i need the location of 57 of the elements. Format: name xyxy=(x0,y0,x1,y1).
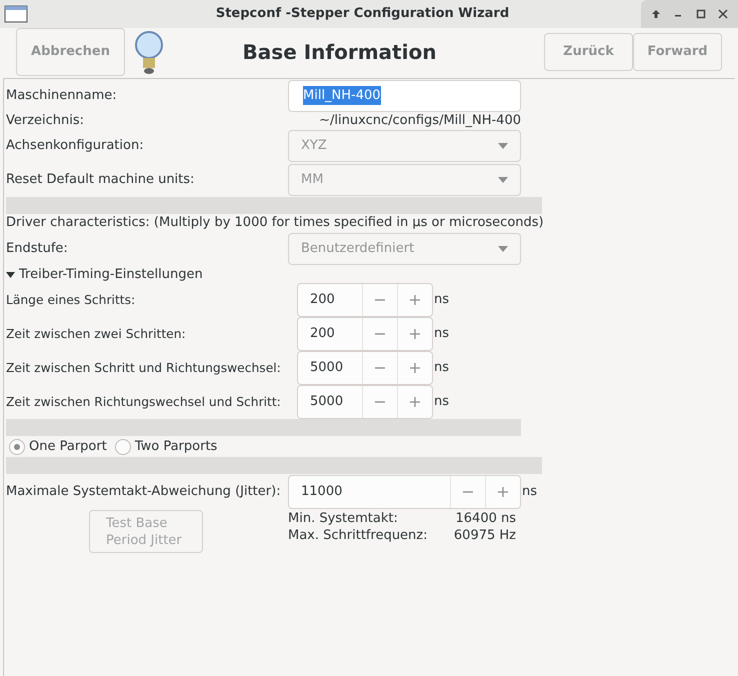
field-label: Zeit zwischen Schritt und Richtungswechsel: xyxy=(6,360,282,377)
field-label: Verzeichnis: xyxy=(6,112,86,130)
unit-label: ns xyxy=(434,325,450,344)
dropdown-arrow-icon xyxy=(498,143,508,149)
spin-field[interactable]: 5000 − + xyxy=(297,351,433,385)
field-label: Zeit zwischen zwei Schritten: xyxy=(6,326,187,343)
unit-label: ns xyxy=(522,483,538,502)
stat-label: Max. Schrittfrequenz: xyxy=(288,526,428,545)
radio-button[interactable] xyxy=(9,438,25,454)
radio-button[interactable] xyxy=(114,438,131,454)
back-button[interactable]: Zurück xyxy=(544,33,633,71)
driver-note: Driver characteristics: (Multiply by 1000 for times specified in µs or microseconds) xyxy=(6,214,545,232)
increment-button[interactable]: + xyxy=(397,386,432,418)
field-label: Maschinenname: xyxy=(6,86,118,105)
expander[interactable]: Treiber-Timing-Einstellungen xyxy=(6,266,735,283)
dropdown-arrow-icon xyxy=(498,177,508,183)
radio-option[interactable]: Two Parports xyxy=(114,436,218,456)
unit-label: ns xyxy=(434,359,450,378)
field-label: Länge eines Schritts: xyxy=(6,292,136,309)
unit-label: ns xyxy=(434,393,450,412)
increment-button[interactable]: + xyxy=(397,352,432,384)
page-title: Base Information xyxy=(242,39,438,66)
light-bulb-icon xyxy=(133,29,165,75)
field-label: Maximale Systemtakt-Abweichung (Jitter): xyxy=(6,483,282,502)
expander-arrow-icon xyxy=(6,270,15,279)
increment-button[interactable]: + xyxy=(397,318,432,350)
spin-field[interactable]: 5000 − + xyxy=(297,385,433,419)
field-label: Achsenkonfiguration: xyxy=(6,137,145,156)
decrement-button[interactable]: − xyxy=(450,476,485,508)
spin-field[interactable]: 200 − + xyxy=(297,317,433,351)
spin-field[interactable]: 11000 − + xyxy=(288,475,521,509)
decrement-button[interactable]: − xyxy=(362,284,397,316)
radio-option[interactable]: One Parport xyxy=(9,436,107,456)
decrement-button[interactable]: − xyxy=(362,318,397,350)
machine-name-field[interactable]: Mill_NH-400 xyxy=(288,80,521,112)
stat-value: 60975 Hz xyxy=(452,526,516,545)
forward-button[interactable]: Forward xyxy=(633,33,722,71)
spin-field[interactable]: 200 − + xyxy=(297,283,433,317)
close-icon[interactable] xyxy=(718,9,728,19)
window-title: Stepconf -Stepper Configuration Wizard xyxy=(214,5,510,24)
maximize-icon[interactable] xyxy=(696,9,706,19)
directory-path: ~/linuxcnc/configs/Mill_NH-400 xyxy=(318,112,521,130)
up-arrow-icon[interactable] xyxy=(651,9,662,19)
field-label: Reset Default machine units: xyxy=(6,171,196,190)
unit-label: ns xyxy=(434,291,450,310)
decrement-button[interactable]: − xyxy=(362,352,397,384)
dropdown-arrow-icon xyxy=(498,246,508,252)
field-label: Zeit zwischen Richtungswechsel und Schritt: xyxy=(6,394,282,411)
increment-button[interactable]: + xyxy=(397,284,432,316)
stat-label: Min. Systemtakt: xyxy=(288,510,399,528)
cancel-button[interactable]: Abbrechen xyxy=(16,28,125,76)
stat-value: 16400 ns xyxy=(454,510,516,528)
increment-button[interactable]: + xyxy=(485,476,520,508)
selected-text: Mill_NH-400 xyxy=(303,86,381,106)
field-label: Endstufe: xyxy=(6,240,69,258)
decrement-button[interactable]: − xyxy=(362,386,397,418)
window-icon xyxy=(4,5,28,23)
